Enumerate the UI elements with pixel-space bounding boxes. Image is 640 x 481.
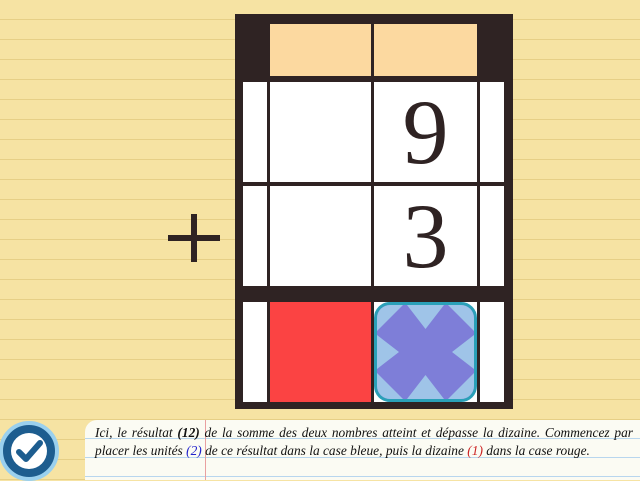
instruction-panel: Ici, le résultat (12) de la somme des de… bbox=[85, 420, 640, 480]
row1-left-margin bbox=[243, 82, 267, 182]
instruction-text: Ici, le résultat (12) de la somme des de… bbox=[95, 424, 633, 460]
addend1-units: 9 bbox=[374, 82, 477, 182]
row2-right-margin bbox=[480, 186, 504, 286]
addend2-units: 3 bbox=[374, 186, 477, 286]
result-value: (12) bbox=[177, 425, 200, 440]
units-value: (2) bbox=[186, 443, 202, 458]
tens-value: (1) bbox=[467, 443, 483, 458]
carry-units-box[interactable] bbox=[374, 24, 477, 76]
x-cross-icon bbox=[377, 305, 474, 399]
result-left-margin bbox=[243, 302, 267, 402]
instruction-part1: Ici, le résultat bbox=[95, 425, 178, 440]
instruction-part4: dans la case rouge. bbox=[482, 443, 590, 458]
row1-right-margin bbox=[480, 82, 504, 182]
addition-board: 9 3 bbox=[235, 14, 513, 409]
result-right-margin bbox=[480, 302, 504, 402]
plus-sign bbox=[166, 210, 222, 266]
addend2-tens bbox=[270, 186, 371, 286]
result-units-box[interactable] bbox=[374, 302, 477, 402]
instruction-part3: de ce résultat dans la case bleue, puis … bbox=[201, 443, 468, 458]
row2-left-margin bbox=[243, 186, 267, 286]
validate-button[interactable] bbox=[0, 421, 59, 481]
carry-tens-box[interactable] bbox=[270, 24, 371, 76]
addend1-tens bbox=[270, 82, 371, 182]
checkmark-icon bbox=[11, 433, 47, 469]
result-tens-box[interactable] bbox=[270, 302, 371, 402]
